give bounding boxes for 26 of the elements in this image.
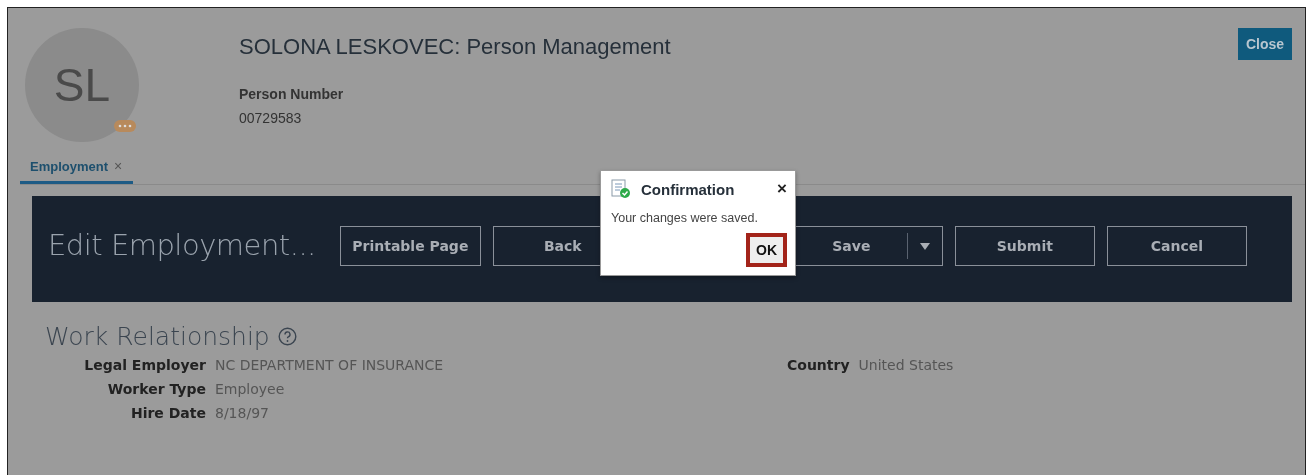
field-label: Hire Date xyxy=(129,405,206,421)
field-value: NC DEPARTMENT OF INSURANCE xyxy=(215,357,444,373)
dialog-title: Confirmation xyxy=(641,180,736,198)
field-value: 8/18/97 xyxy=(215,405,270,421)
field-value: United States xyxy=(858,357,954,373)
field-label: Worker Type xyxy=(106,381,206,397)
field-label: Country xyxy=(787,357,850,373)
field-label: Person Number xyxy=(239,86,345,102)
banner-title: Edit Employment... xyxy=(48,228,316,262)
section-title: Work Relationship xyxy=(45,322,270,351)
field-label: Legal Employer xyxy=(83,357,206,373)
page-title: SOLONA LESKOVEC: Person Management xyxy=(239,34,671,60)
more-icon xyxy=(114,120,136,132)
help-icon[interactable] xyxy=(277,327,297,346)
field-value: 00729583 xyxy=(239,110,303,126)
close-icon[interactable]: × xyxy=(777,179,787,199)
document-check-icon xyxy=(611,179,631,199)
dialog-message: Your changes were saved. xyxy=(611,211,759,225)
avatar-initials: SL xyxy=(53,58,111,112)
toolbar-button[interactable]: Printable Page xyxy=(339,226,481,266)
field-value: Employee xyxy=(215,381,286,397)
dropdown-icon xyxy=(919,242,930,250)
close-button[interactable]: Close xyxy=(1237,28,1292,60)
ok-button[interactable]: OK xyxy=(746,233,787,267)
toolbar-button[interactable]: Submit xyxy=(954,226,1095,266)
toolbar-button[interactable]: Cancel xyxy=(1106,226,1247,266)
